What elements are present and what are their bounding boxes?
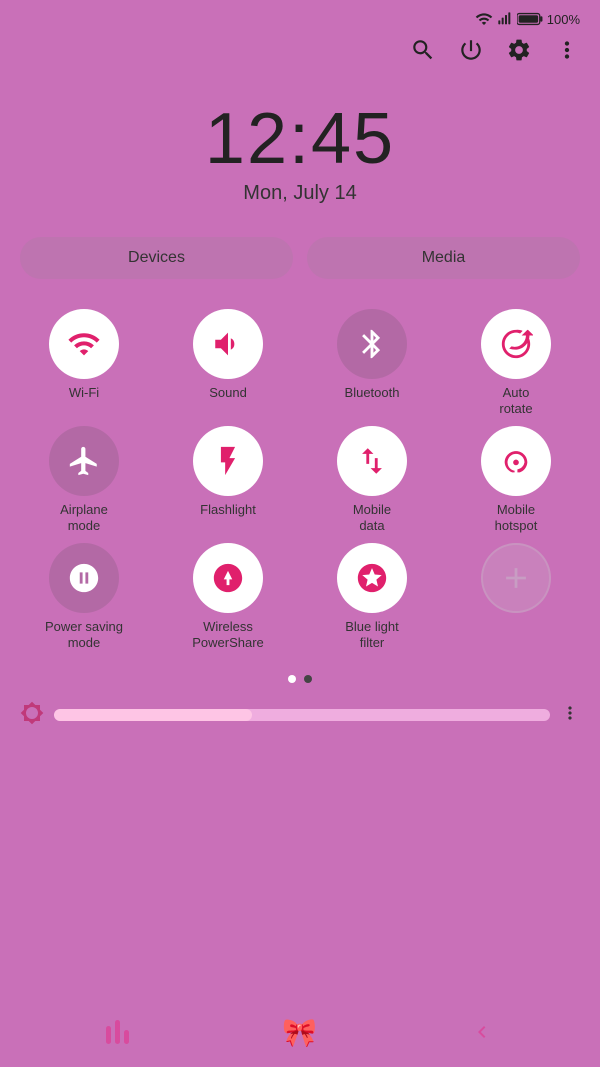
autorotate-label: Autorotate [499, 385, 532, 416]
bottom-nav: 🎀 [0, 997, 600, 1067]
back-icon [470, 1020, 494, 1044]
powersaving-label: Power savingmode [45, 619, 123, 650]
recents-button[interactable] [106, 1020, 129, 1044]
clock-date: Mon, July 14 [0, 182, 600, 205]
mobilehotspot-label: Mobilehotspot [495, 502, 538, 533]
search-icon[interactable] [410, 37, 436, 68]
signal-icon [497, 11, 513, 27]
quick-toggles-grid: Wi-Fi Sound Bluetooth Autorotate Airplan… [0, 299, 600, 661]
dot-1 [288, 675, 296, 683]
mobiledata-label: Mobiledata [353, 502, 391, 533]
airplane-label: Airplanemode [60, 502, 108, 533]
bluelightfilter-icon-circle [337, 543, 407, 613]
pagination-dots [0, 661, 600, 693]
wifi-status-icon [475, 10, 493, 28]
recents-icon [106, 1020, 129, 1044]
toggle-wirelesspowershare[interactable]: WirelessPowerShare [156, 543, 300, 650]
wifi-icon-circle [49, 309, 119, 379]
top-actions [0, 33, 600, 78]
tab-devices[interactable]: Devices [20, 237, 293, 279]
settings-icon[interactable] [506, 37, 532, 68]
clock-section: 12:45 Mon, July 14 [0, 78, 600, 213]
bluetooth-label: Bluetooth [345, 385, 400, 401]
add-icon-circle [481, 543, 551, 613]
more-icon[interactable] [554, 37, 580, 68]
brightness-more-icon[interactable] [560, 703, 580, 728]
battery-icon [517, 11, 543, 27]
tab-media[interactable]: Media [307, 237, 580, 279]
sound-icon-circle [193, 309, 263, 379]
mobiledata-icon-circle [337, 426, 407, 496]
sound-label: Sound [209, 385, 247, 401]
brightness-row[interactable] [0, 693, 600, 738]
toggle-sound[interactable]: Sound [156, 309, 300, 416]
bluelightfilter-label: Blue lightfilter [345, 619, 398, 650]
bluetooth-icon-circle [337, 309, 407, 379]
autorotate-icon-circle [481, 309, 551, 379]
toggle-wifi[interactable]: Wi-Fi [12, 309, 156, 416]
toggle-autorotate[interactable]: Autorotate [444, 309, 588, 416]
tab-row: Devices Media [0, 213, 600, 299]
toggle-mobiledata[interactable]: Mobiledata [300, 426, 444, 533]
toggle-airplane[interactable]: Airplanemode [12, 426, 156, 533]
toggle-add[interactable] [444, 543, 588, 650]
wifi-label: Wi-Fi [69, 385, 99, 401]
toggle-powersaving[interactable]: Power savingmode [12, 543, 156, 650]
back-button[interactable] [470, 1020, 494, 1044]
flashlight-label: Flashlight [200, 502, 256, 518]
flashlight-icon-circle [193, 426, 263, 496]
toggle-flashlight[interactable]: Flashlight [156, 426, 300, 533]
dot-2 [304, 675, 312, 683]
clock-time: 12:45 [0, 98, 600, 180]
toggle-bluelightfilter[interactable]: Blue lightfilter [300, 543, 444, 650]
toggle-bluetooth[interactable]: Bluetooth [300, 309, 444, 416]
brightness-track[interactable] [54, 709, 550, 721]
brightness-icon [20, 701, 44, 730]
wirelesspowershare-icon-circle [193, 543, 263, 613]
mobilehotspot-icon-circle [481, 426, 551, 496]
home-button[interactable]: 🎀 [282, 1016, 317, 1049]
airplane-icon-circle [49, 426, 119, 496]
brightness-fill [54, 709, 252, 721]
power-icon[interactable] [458, 37, 484, 68]
bowtie-icon: 🎀 [282, 1016, 317, 1049]
status-icons: 100% [475, 10, 580, 28]
battery-percent: 100% [547, 12, 580, 27]
wirelesspowershare-label: WirelessPowerShare [192, 619, 264, 650]
toggle-mobilehotspot[interactable]: Mobilehotspot [444, 426, 588, 533]
powersaving-icon-circle [49, 543, 119, 613]
status-bar: 100% [0, 0, 600, 33]
